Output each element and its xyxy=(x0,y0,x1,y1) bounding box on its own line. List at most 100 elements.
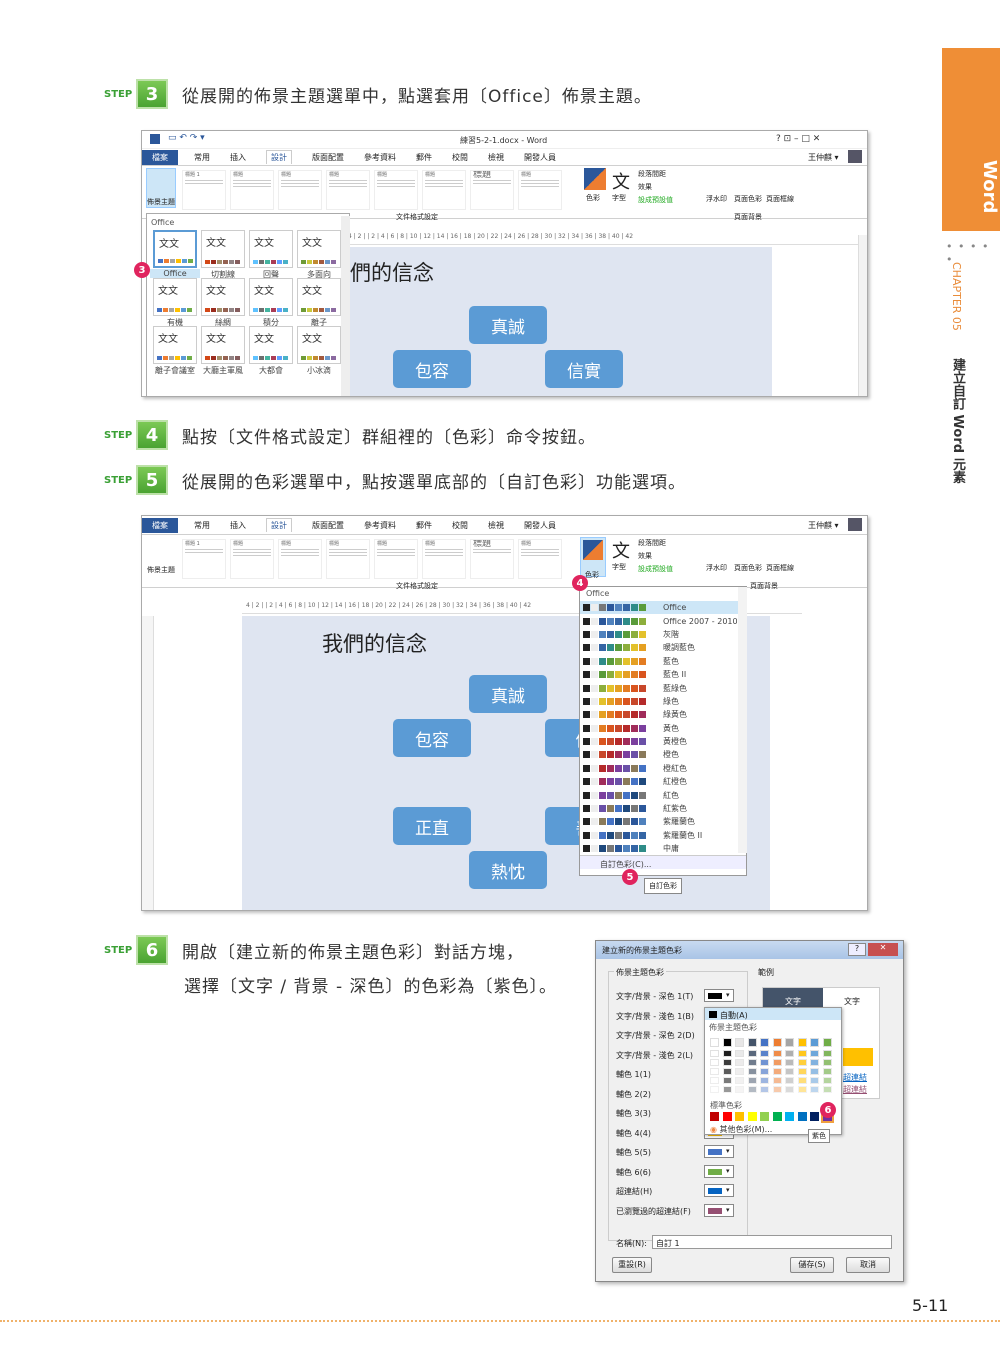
color-swatch[interactable] xyxy=(722,1038,732,1047)
color-swatch[interactable] xyxy=(822,1086,832,1093)
color-scheme-item[interactable]: 綠色 xyxy=(580,695,746,708)
paragraph-spacing[interactable]: 段落間距 xyxy=(638,169,666,179)
tab-developer[interactable]: 開發人員 xyxy=(524,520,556,531)
color-scheme-item[interactable]: 藍色 xyxy=(580,655,746,668)
color-swatch[interactable] xyxy=(822,1068,832,1075)
color-swatch[interactable] xyxy=(722,1086,732,1093)
color-swatch[interactable] xyxy=(747,1086,757,1093)
color-swatch[interactable] xyxy=(797,1086,807,1093)
color-scheme-item[interactable]: 藍色 II xyxy=(580,668,746,681)
style-thumb[interactable]: 標題 xyxy=(518,170,562,210)
theme-item[interactable]: 文文 xyxy=(153,278,197,316)
style-thumb[interactable]: 標題 xyxy=(422,170,466,210)
fonts-icon[interactable]: 文 xyxy=(612,537,630,563)
reset-button[interactable]: 重設(R) xyxy=(612,1257,652,1273)
color-scheme-item[interactable]: 暖調藍色 xyxy=(580,641,746,654)
paragraph-spacing[interactable]: 段落間距 xyxy=(638,538,666,548)
quick-access-icons[interactable]: ▭ ↶ ↷ ▾ xyxy=(168,133,205,143)
color-swatch[interactable] xyxy=(810,1050,819,1057)
picker-automatic[interactable]: 自動(A) xyxy=(705,1008,841,1020)
color-swatch[interactable] xyxy=(797,1038,807,1047)
theme-item[interactable]: 文文 xyxy=(201,230,245,268)
watermark-button[interactable]: 浮水印 xyxy=(706,563,727,573)
custom-colors-item[interactable]: 自訂色彩(C)... xyxy=(580,855,746,869)
color-swatch[interactable] xyxy=(735,1086,744,1093)
theme-item[interactable]: 文文 xyxy=(297,278,341,316)
fonts-label[interactable]: 字型 xyxy=(612,562,626,572)
color-swatch[interactable] xyxy=(710,1112,719,1121)
theme-color-dropdown[interactable]: ▾ xyxy=(704,989,734,1002)
tab-review[interactable]: 校閱 xyxy=(452,152,468,163)
color-swatch[interactable] xyxy=(735,1050,744,1057)
color-swatch[interactable] xyxy=(747,1059,757,1066)
tab-home[interactable]: 常用 xyxy=(194,152,210,163)
color-scheme-item[interactable]: 紫羅蘭色 xyxy=(580,815,746,828)
style-thumb[interactable]: 標題 xyxy=(326,539,370,579)
color-swatch[interactable] xyxy=(810,1112,819,1121)
color-scheme-item[interactable]: Office 2007 - 2010 xyxy=(580,614,746,627)
theme-item[interactable]: 文文 xyxy=(297,326,341,364)
themes-button[interactable]: 佈景主題 xyxy=(146,539,176,579)
tab-references[interactable]: 參考資料 xyxy=(364,520,396,531)
tab-mailings[interactable]: 郵件 xyxy=(416,152,432,163)
color-scheme-item[interactable]: 灰階 xyxy=(580,628,746,641)
color-swatch[interactable] xyxy=(747,1050,757,1057)
color-scheme-item[interactable]: 紅紫色 xyxy=(580,802,746,815)
color-swatch[interactable] xyxy=(735,1068,744,1075)
color-swatch[interactable] xyxy=(810,1059,819,1066)
style-thumb[interactable]: 標題 xyxy=(278,539,322,579)
fonts-label[interactable]: 字型 xyxy=(612,193,626,203)
tab-design[interactable]: 設計 xyxy=(266,150,292,164)
color-scheme-item[interactable]: 黃色 xyxy=(580,722,746,735)
color-swatch[interactable] xyxy=(722,1077,732,1084)
tab-home[interactable]: 常用 xyxy=(194,520,210,531)
page-color-button[interactable]: 頁面色彩 xyxy=(734,194,762,204)
color-swatch[interactable] xyxy=(797,1050,807,1057)
shape-box[interactable]: 真誠 xyxy=(469,675,547,713)
color-swatch[interactable] xyxy=(772,1112,782,1121)
tab-review[interactable]: 校閱 xyxy=(452,520,468,531)
color-swatch[interactable] xyxy=(710,1050,719,1057)
color-swatch[interactable] xyxy=(810,1086,819,1093)
save-button[interactable]: 儲存(S) xyxy=(790,1257,834,1273)
tab-view[interactable]: 檢視 xyxy=(488,152,504,163)
user-name[interactable]: 王仲麒 ▾ xyxy=(808,152,839,163)
style-thumb[interactable]: 標題 xyxy=(470,170,514,210)
color-swatch[interactable] xyxy=(760,1086,769,1093)
color-scheme-item[interactable]: 紅色 xyxy=(580,788,746,801)
color-swatch[interactable] xyxy=(822,1050,832,1057)
color-swatch[interactable] xyxy=(797,1068,807,1075)
color-swatch[interactable] xyxy=(785,1050,794,1057)
theme-item[interactable]: 文文 xyxy=(201,278,245,316)
theme-item[interactable]: 文文 xyxy=(249,278,293,316)
style-thumb[interactable]: 標題 xyxy=(374,170,418,210)
help-icon[interactable]: ? xyxy=(848,943,866,956)
color-scheme-item[interactable]: Office xyxy=(580,601,746,615)
theme-item[interactable]: 文文 xyxy=(297,230,341,268)
color-swatch[interactable] xyxy=(735,1059,744,1066)
style-thumb[interactable]: 標題 xyxy=(470,539,514,579)
color-swatch[interactable] xyxy=(785,1086,794,1093)
color-swatch[interactable] xyxy=(772,1038,782,1047)
color-swatch[interactable] xyxy=(710,1059,719,1066)
window-controls[interactable]: ? ⊡ – □ ✕ xyxy=(776,134,820,144)
cancel-button[interactable]: 取消 xyxy=(846,1257,890,1273)
page-border-button[interactable]: 頁面框線 xyxy=(766,563,794,573)
color-swatch[interactable] xyxy=(747,1068,757,1075)
color-scheme-item[interactable]: 綠黃色 xyxy=(580,708,746,721)
tab-design[interactable]: 設計 xyxy=(266,518,292,532)
color-swatch[interactable] xyxy=(710,1086,719,1093)
color-swatch[interactable] xyxy=(710,1077,719,1084)
color-swatch[interactable] xyxy=(772,1059,782,1066)
color-swatch[interactable] xyxy=(810,1038,819,1047)
tab-developer[interactable]: 開發人員 xyxy=(524,152,556,163)
close-icon[interactable]: ✕ xyxy=(868,943,898,956)
tab-insert[interactable]: 插入 xyxy=(230,152,246,163)
tab-mailings[interactable]: 郵件 xyxy=(416,520,432,531)
color-swatch[interactable] xyxy=(722,1068,732,1075)
style-thumb[interactable]: 標題 xyxy=(278,170,322,210)
color-swatch[interactable] xyxy=(785,1112,794,1121)
style-thumb[interactable]: 標題 xyxy=(326,170,370,210)
color-swatch[interactable] xyxy=(785,1038,794,1047)
style-thumb[interactable]: 標題 xyxy=(374,539,418,579)
